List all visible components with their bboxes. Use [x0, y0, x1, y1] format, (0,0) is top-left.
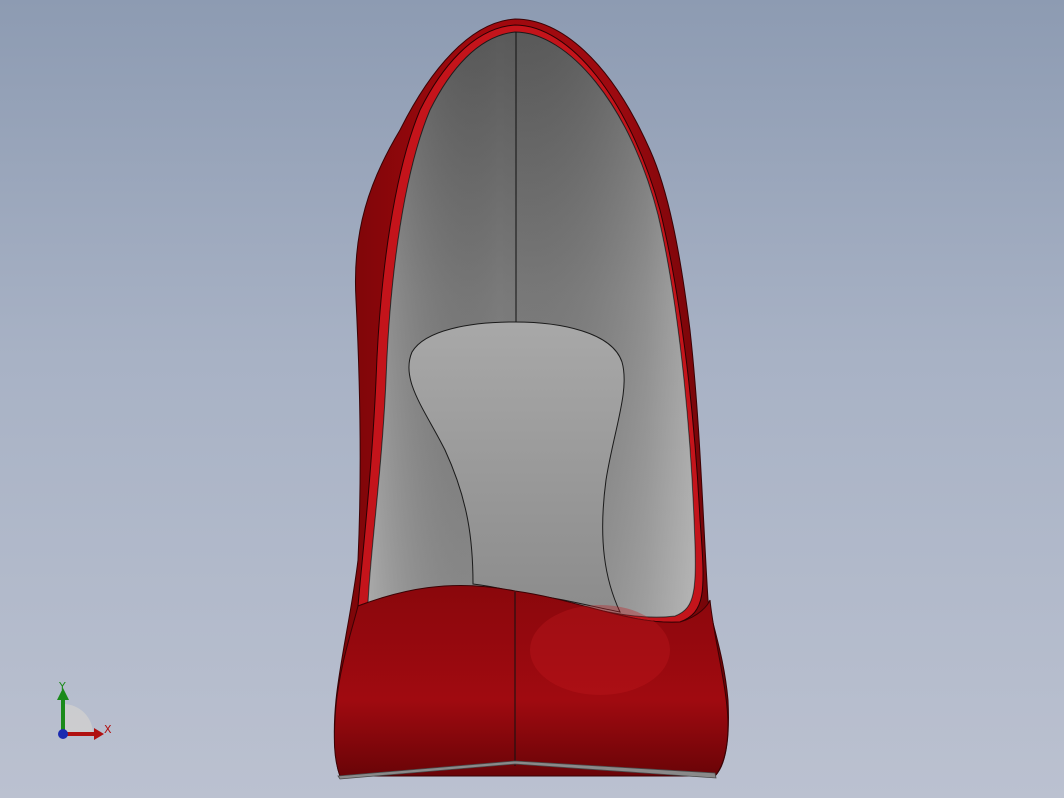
- graphics-viewport[interactable]: Y X: [0, 0, 1064, 798]
- y-axis-label: Y: [58, 680, 66, 693]
- z-axis-dot: [58, 729, 68, 739]
- toe-highlight: [530, 605, 670, 695]
- shoe-model[interactable]: [0, 0, 1064, 798]
- view-triad: Y X: [57, 680, 112, 740]
- x-axis-arrow: [94, 728, 104, 740]
- triad-plane-quadrant: [63, 704, 93, 734]
- x-axis-label: X: [104, 723, 112, 736]
